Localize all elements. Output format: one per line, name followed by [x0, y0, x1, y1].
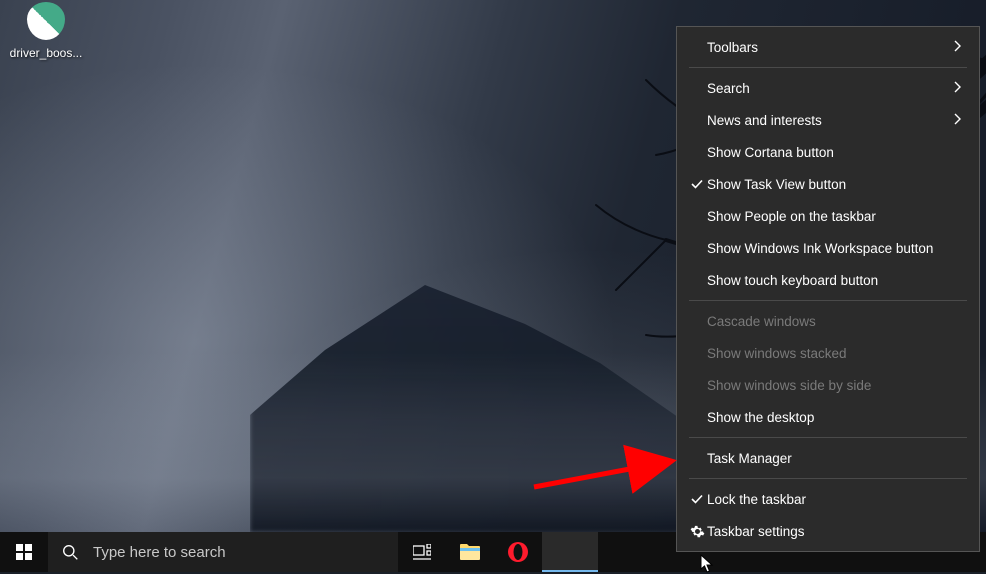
context-menu-item-show-people-on-the-taskbar[interactable]: Show People on the taskbar — [677, 200, 979, 232]
context-menu-item-show-task-view-button[interactable]: Show Task View button — [677, 168, 979, 200]
windows-logo-icon — [16, 544, 32, 560]
context-menu-item-label: Show Windows Ink Workspace button — [707, 241, 953, 256]
context-menu-item-cascade-windows: Cascade windows — [677, 305, 979, 337]
shield-refresh-icon — [25, 2, 67, 44]
chevron-right-icon — [953, 40, 965, 55]
context-menu-item-label: Show Task View button — [707, 177, 953, 192]
context-menu-item-label: Task Manager — [707, 451, 953, 466]
context-menu-item-show-windows-side-by-side: Show windows side by side — [677, 369, 979, 401]
context-menu-item-taskbar-settings[interactable]: Taskbar settings — [677, 515, 979, 547]
context-menu-separator — [689, 67, 967, 68]
context-menu-item-label: Show touch keyboard button — [707, 273, 953, 288]
start-button[interactable] — [0, 532, 48, 572]
context-menu-item-label: Taskbar settings — [707, 524, 953, 539]
context-menu-item-toolbars[interactable]: Toolbars — [677, 31, 979, 63]
search-placeholder: Type here to search — [93, 544, 226, 561]
context-menu-separator — [689, 478, 967, 479]
context-menu-item-label: Toolbars — [707, 40, 953, 55]
context-menu-item-lock-the-taskbar[interactable]: Lock the taskbar — [677, 483, 979, 515]
file-explorer-icon — [459, 543, 481, 561]
context-menu-item-label: Show windows stacked — [707, 346, 953, 361]
task-view-icon — [413, 544, 431, 560]
taskbar-context-menu: Toolbars Search News and interests Show Cor… — [676, 26, 980, 552]
search-icon — [62, 544, 79, 561]
context-menu-separator — [689, 300, 967, 301]
chevron-right-icon — [953, 113, 965, 128]
check-icon — [687, 492, 707, 506]
context-menu-item-show-touch-keyboard-button[interactable]: Show touch keyboard button — [677, 264, 979, 296]
context-menu-item-search[interactable]: Search — [677, 72, 979, 104]
taskbar-file-explorer[interactable] — [446, 532, 494, 572]
context-menu-item-show-cortana-button[interactable]: Show Cortana button — [677, 136, 979, 168]
context-menu-item-label: Lock the taskbar — [707, 492, 953, 507]
chevron-right-icon — [953, 81, 965, 96]
context-menu-separator — [689, 437, 967, 438]
task-view-button[interactable] — [398, 532, 446, 572]
context-menu-item-task-manager[interactable]: Task Manager — [677, 442, 979, 474]
check-icon — [687, 177, 707, 191]
context-menu-item-label: Show the desktop — [707, 410, 953, 425]
desktop-icon-driver-booster[interactable]: driver_boos... — [8, 0, 84, 60]
taskbar-search-box[interactable]: Type here to search — [48, 532, 398, 572]
context-menu-item-show-windows-stacked: Show windows stacked — [677, 337, 979, 369]
taskbar-spacer — [598, 532, 646, 572]
context-menu-item-news-and-interests[interactable]: News and interests — [677, 104, 979, 136]
opera-icon — [507, 541, 529, 563]
context-menu-item-label: News and interests — [707, 113, 953, 128]
context-menu-item-label: Show Cortana button — [707, 145, 953, 160]
context-menu-item-show-the-desktop[interactable]: Show the desktop — [677, 401, 979, 433]
desktop-icon-label: driver_boos... — [8, 46, 84, 60]
context-menu-item-label: Cascade windows — [707, 314, 953, 329]
gear-icon — [687, 524, 707, 539]
taskbar-opera[interactable] — [494, 532, 542, 572]
context-menu-item-show-windows-ink-workspace-button[interactable]: Show Windows Ink Workspace button — [677, 232, 979, 264]
context-menu-item-label: Show windows side by side — [707, 378, 953, 393]
context-menu-item-label: Show People on the taskbar — [707, 209, 953, 224]
taskbar-running-app[interactable] — [542, 532, 598, 572]
context-menu-item-label: Search — [707, 81, 953, 96]
